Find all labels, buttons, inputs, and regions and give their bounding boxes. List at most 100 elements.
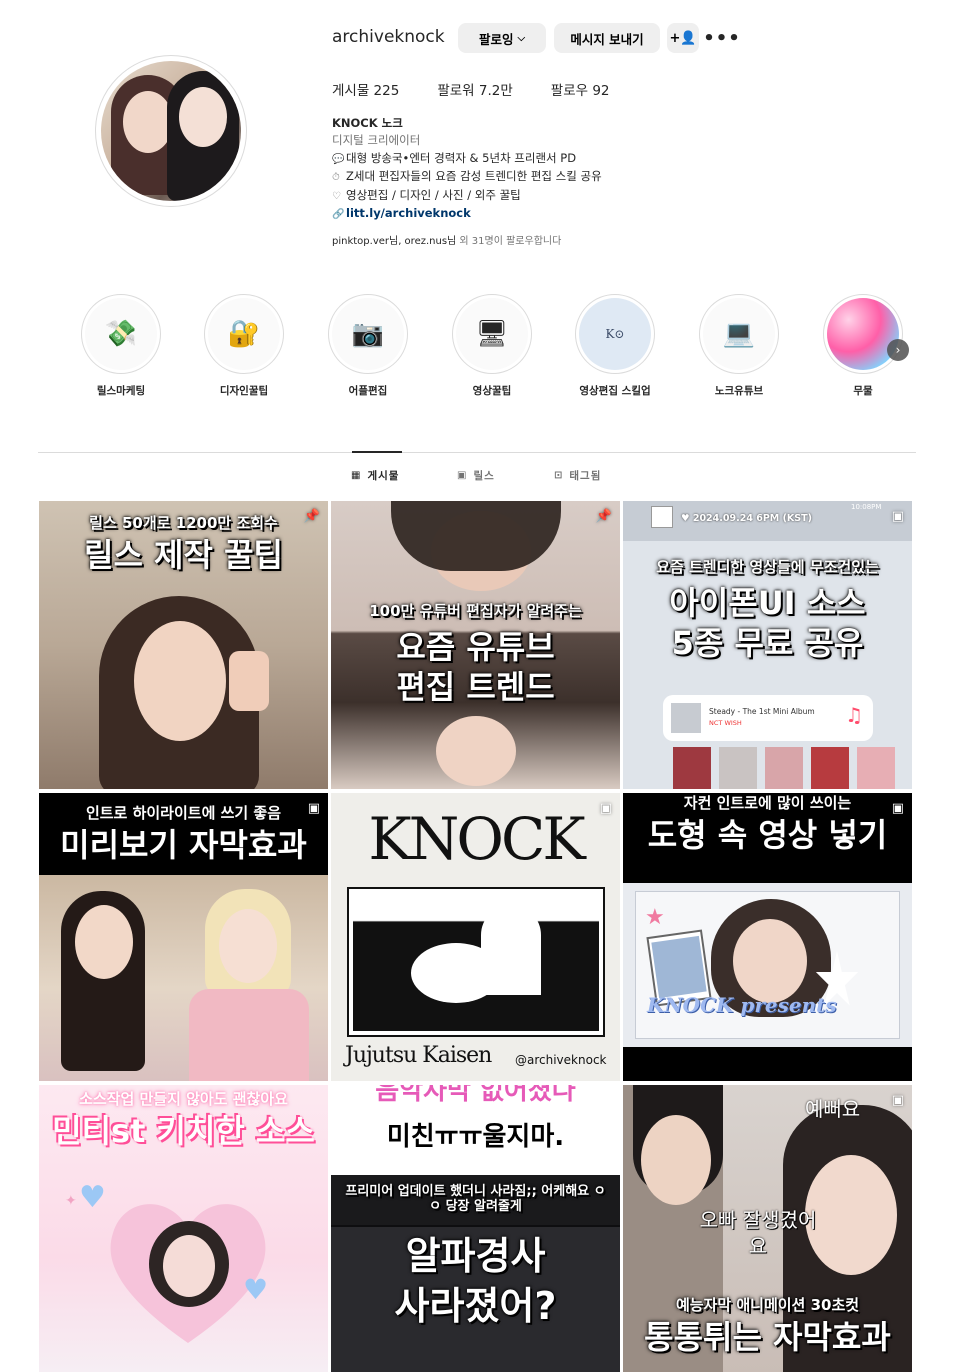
post-caption: 통통튀는 자막효과 (644, 1318, 891, 1356)
chevron-right-icon: › (895, 343, 901, 357)
post-caption: 미친ㅠㅠ울지마. (386, 1122, 565, 1152)
reels-icon: ▣ (457, 470, 468, 481)
post-overlay-text: KNOCK presents (647, 993, 837, 1017)
bio-line: 💬 대형 방송국•엔터 경력자 & 5년차 프리랜서 PD (332, 150, 602, 168)
tabs-divider (38, 452, 916, 453)
tab-reels-label: 릴스 (473, 470, 495, 482)
post-caption: 사라졌어? (394, 1284, 557, 1328)
post-tile[interactable]: 📌 릴스 50개로 1200만 조회수 릴스 제작 꿀팁 (39, 501, 328, 789)
tab-tagged[interactable]: ⊡ 태그됨 (554, 468, 601, 483)
post-tile[interactable]: ▣ 예뻐요 오빠 잘생겼어요 예능자막 애니메이션 30초컷 통통튀는 자막효과 (623, 1085, 912, 1372)
post-caption: 5종 무료 공유 (671, 624, 864, 662)
following-button-label: 팔로잉 (478, 31, 514, 47)
profile-stats: 게시물 225 팔로워 7.2만 팔로우 92 (332, 79, 648, 99)
post-caption: 인트로 하이라이트에 쓰기 좋음 (85, 804, 282, 822)
post-caption: 요즘 유튜브 (396, 628, 555, 666)
bio-line: ⏱ Z세대 편집자들의 요즘 감성 트렌디한 편집 스킬 공유 (332, 168, 602, 186)
bio-link[interactable]: 🔗 litt.ly/archiveknock (332, 205, 602, 223)
post-caption: 미리보기 자막효과 (60, 826, 307, 864)
speech-bubble-icon: 💬 (332, 153, 345, 165)
bio-line: ♡ 영상편집 / 디자인 / 사진 / 외주 꿀팁 (332, 187, 602, 205)
post-caption: 오빠 잘생겼어요 (699, 1208, 817, 1258)
profile-bio: KNOCK 노크 디지털 크리에이터 💬 대형 방송국•엔터 경력자 & 5년차 … (332, 115, 602, 223)
highlight-label: 어플편집 (348, 385, 388, 397)
camera-icon: 📷 (332, 298, 404, 370)
followed-by[interactable]: pinktop.ver님, orez.nus님 외 31명이 팔로우합니다 (332, 232, 561, 247)
followers-count[interactable]: 팔로워 7.2만 (437, 79, 512, 99)
profile-category: 디지털 크리에이터 (332, 133, 421, 148)
active-tab-indicator (352, 451, 402, 453)
music-note-icon: ♫ (845, 703, 863, 727)
posts-count[interactable]: 게시물 225 (332, 79, 399, 99)
next-highlights-button[interactable]: › (887, 339, 909, 361)
gradient-icon (827, 298, 899, 370)
post-tile[interactable]: KNOCK Jujutsu Kaisen @archiveknock ▣ (331, 793, 620, 1081)
post-tile[interactable]: ♥ 2024.09.24 6PM (KST) 10:08PM ▣ 요즘 트렌디한… (623, 501, 912, 789)
profile-name: KNOCK 노크 (332, 116, 403, 130)
highlight-label: 릴스마케팅 (96, 385, 146, 397)
post-caption: Jujutsu Kaisen (345, 1043, 492, 1068)
knock-logo-icon: K⊙ (579, 298, 651, 370)
highlight-item[interactable]: 🔐 디자인꿀팁 (202, 294, 286, 398)
more-options-icon[interactable]: ••• (703, 26, 740, 50)
avatar-image (101, 61, 241, 201)
highlight-label: 무물 (853, 385, 873, 397)
post-tile[interactable]: 음악자막 없어졌다 미친ㅠㅠ울지마. 프리미어 업데이트 했더니 사라짐;; 어… (331, 1085, 620, 1372)
reels-icon: ▣ (891, 1093, 904, 1108)
post-caption: 아이폰UI 소스 (669, 584, 866, 622)
highlight-item[interactable]: 💸 릴스마케팅 (79, 294, 163, 398)
heart-icon: ♡ (332, 190, 341, 202)
lock-icon: 🔐 (208, 298, 280, 370)
tag-icon: ⊡ (554, 470, 564, 481)
suggest-user-button[interactable]: +👤 (667, 23, 699, 53)
following-button[interactable]: 팔로잉 ⌵ (458, 23, 546, 53)
message-button[interactable]: 메시지 보내기 (554, 23, 660, 53)
link-icon: 🔗 (332, 209, 345, 221)
chevron-down-icon: ⌵ (517, 32, 526, 44)
post-caption: 100만 유튜버 편집자가 알려주는 (369, 602, 582, 620)
heart-icon: ♥ (79, 1180, 106, 1215)
post-tile[interactable]: ▣ 인트로 하이라이트에 쓰기 좋음 미리보기 자막효과 (39, 793, 328, 1081)
highlight-label: 영상꿀팁 (472, 385, 512, 397)
money-icon: 💸 (85, 298, 157, 370)
sparkle-icon: ✦ (65, 1193, 77, 1209)
post-caption: 자컨 인트로에 많이 쓰이는 (683, 794, 852, 812)
profile-avatar[interactable] (95, 55, 247, 207)
post-tile[interactable]: 📌 100만 유튜버 편집자가 알려주는 요즘 유튜브 편집 트렌드 (331, 501, 620, 789)
post-caption: 도형 속 영상 넣기 (647, 816, 888, 854)
highlight-item[interactable]: 💻 노크유튜브 (697, 294, 781, 398)
star-icon: ★ (645, 905, 665, 930)
laptop-icon: 💻 (703, 298, 775, 370)
post-tile[interactable]: ★ KNOCK presents ▣ 자컨 인트로에 많이 쓰이는 도형 속 영… (623, 793, 912, 1081)
post-caption: 예뻐요 (805, 1097, 861, 1121)
followed-by-rest: 외 31명이 팔로우합니다 (456, 236, 562, 247)
followed-by-users[interactable]: pinktop.ver님, orez.nus님 (332, 236, 456, 247)
reels-icon: ▣ (599, 801, 612, 816)
add-user-icon: +👤 (669, 30, 697, 46)
post-time: 10:08PM (851, 503, 882, 511)
post-tile[interactable]: ♥ ♥ ✦ 소스작업 만들지 않아도 괜찮아요 민티st 키치한 소스 (39, 1085, 328, 1372)
post-caption: 편집 트렌드 (396, 668, 555, 706)
post-caption: 민티st 키치한 소스 (52, 1112, 315, 1150)
highlight-label: 디자인꿀팁 (219, 385, 269, 397)
post-caption: 릴스 50개로 1200만 조회수 (89, 514, 278, 532)
highlight-item[interactable]: 📷 어플편집 (326, 294, 410, 398)
post-caption: 릴스 제작 꿀팁 (84, 536, 283, 574)
heart-icon: ♥ (243, 1273, 269, 1306)
tab-reels[interactable]: ▣ 릴스 (457, 468, 495, 483)
monitor-icon: 🖥 (456, 298, 528, 370)
post-caption: 요즘 트렌디한 영상들에 무조건있는 (656, 558, 879, 576)
highlight-label: 노크유튜브 (714, 385, 764, 397)
highlight-item[interactable]: 🖥 영상꿀팁 (450, 294, 534, 398)
tab-tagged-label: 태그됨 (569, 470, 602, 482)
following-count[interactable]: 팔로우 92 (551, 79, 610, 99)
pin-icon: 📌 (595, 509, 612, 524)
highlight-item[interactable]: K⊙ 영상편집 스킬업 (573, 294, 657, 398)
post-date: ♥ 2024.09.24 6PM (KST) (681, 513, 812, 524)
post-title: KNOCK (368, 805, 585, 873)
highlight-label: 영상편집 스킬업 (579, 385, 651, 397)
tab-posts[interactable]: ▦ 게시물 (351, 468, 399, 483)
message-button-label: 메시지 보내기 (570, 31, 644, 47)
post-caption: @archiveknock (515, 1053, 607, 1067)
post-caption: 알파경사 (405, 1234, 546, 1278)
